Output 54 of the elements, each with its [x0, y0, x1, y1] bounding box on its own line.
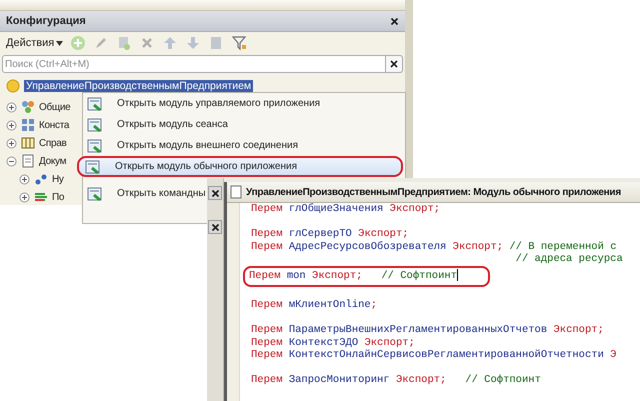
code-line[interactable]: Перем mon Экспорт; // Софтпоинт	[243, 266, 490, 286]
code-line[interactable]: Перем АдресРесурсовОбозревателя Экспорт; // В переменной с	[247, 240, 620, 253]
document-icon	[21, 154, 35, 168]
menu-item[interactable]: Открыть модуль управляемого приложения	[83, 93, 324, 114]
expand-icon[interactable]	[19, 192, 30, 202]
panel-title: Конфигурация	[6, 15, 86, 27]
close-icon[interactable]	[390, 16, 399, 26]
code-line[interactable]: Перем ПараметрыВнешнихРегламентированныхОтчетов Экспорт;	[247, 324, 608, 336]
menu-item[interactable]: Открыть модуль внешнего соединения	[83, 135, 302, 156]
stripes-icon	[34, 190, 48, 204]
code-line[interactable]: Перем КонтекстОнлайнСервисовРегламентированнойОтчетности Э	[247, 349, 620, 362]
window-title: УправлениеПроизводственнымПредприятием: Модуль обычного приложения	[246, 186, 621, 198]
expand-icon[interactable]	[19, 174, 30, 184]
menu-item[interactable]: Открыть командны	[83, 183, 210, 204]
close-icon[interactable]	[390, 60, 398, 68]
module-icon	[87, 96, 103, 112]
tree-item[interactable]: Ну	[52, 174, 64, 184]
expand-icon[interactable]	[6, 138, 17, 148]
grid-icon	[21, 118, 35, 132]
code-line[interactable]: Перем ЗапросМониторинг Экспорт; // Софтпоинт	[247, 374, 545, 386]
close-icon[interactable]	[211, 223, 219, 231]
close-button[interactable]	[208, 220, 222, 234]
menu-item[interactable]: Открыть модуль сеанса	[83, 114, 232, 135]
document-icon	[230, 185, 242, 199]
module-icon	[87, 186, 103, 202]
close-button[interactable]	[208, 186, 222, 200]
menu-item[interactable]: Открыть модуль обычного приложения	[77, 156, 403, 177]
dots-icon	[21, 100, 35, 114]
code-line[interactable]: Перем глСерверТО Экспорт;	[247, 228, 413, 240]
configuration-icon	[6, 79, 20, 93]
search-field[interactable]: Поиск (Ctrl+Alt+M)	[2, 55, 386, 73]
code-line[interactable]: // адреса ресурса	[247, 253, 627, 266]
code-line[interactable]: Перем глОбщиеЗначения Экспорт;	[247, 203, 444, 216]
tree-item[interactable]: УправлениеПроизводственнымПредприятием	[24, 80, 254, 92]
tree-item[interactable]: По	[52, 192, 64, 202]
tree-item[interactable]: Докум	[39, 156, 66, 166]
clear-button[interactable]	[386, 55, 403, 73]
dots-icon	[34, 172, 48, 186]
table-icon	[21, 136, 35, 150]
actions-menu-button[interactable]: Действия	[6, 37, 64, 49]
module-icon	[87, 138, 103, 154]
caret-icon[interactable]	[56, 40, 64, 46]
module-icon	[87, 116, 103, 132]
tree-item[interactable]: Справ	[39, 138, 67, 148]
expand-icon[interactable]	[6, 102, 17, 112]
close-icon[interactable]	[211, 189, 219, 197]
code-line[interactable]: Перем КонтекстЭДО Экспорт;	[247, 336, 419, 349]
tree-item[interactable]: Общие	[39, 102, 70, 112]
tree-item[interactable]: Конста	[39, 120, 70, 130]
code-line[interactable]: Перем мКлиентOnline;	[247, 299, 382, 312]
collapse-icon[interactable]	[6, 156, 17, 166]
filter-icon[interactable]	[231, 35, 248, 51]
expand-icon[interactable]	[6, 120, 17, 130]
module-icon	[85, 158, 101, 174]
